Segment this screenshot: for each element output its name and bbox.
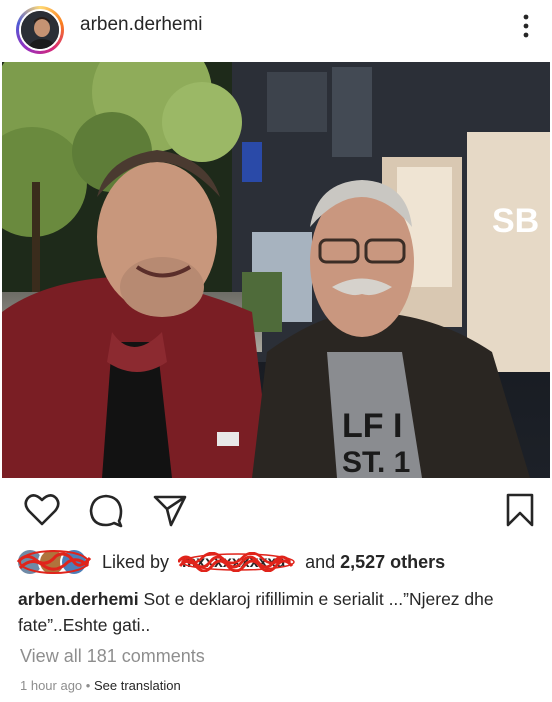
story-ring[interactable]: [16, 6, 64, 54]
post-caption: arben.derhemi Sot e deklaroj rifillimin …: [18, 586, 538, 638]
liked-by-label: Liked by: [102, 552, 170, 572]
see-translation-link[interactable]: See translation: [94, 678, 181, 693]
redacted-username: mxxxxxxxxxa: [176, 551, 296, 573]
likes-summary[interactable]: Liked by mxxxxxxxxxa and 2,527 others: [102, 551, 445, 573]
post-timestamp: 1 hour ago: [20, 678, 83, 693]
more-vertical-icon[interactable]: [516, 12, 536, 42]
post-username[interactable]: arben.derhemi: [80, 14, 203, 36]
svg-text:SB: SB: [492, 202, 539, 240]
comment-icon[interactable]: [86, 490, 126, 530]
send-icon[interactable]: [150, 490, 190, 530]
svg-text:LF I: LF I: [342, 407, 402, 445]
caption-username[interactable]: arben.derhemi: [18, 589, 139, 609]
likes-count[interactable]: 2,527 others: [340, 552, 445, 572]
bookmark-icon[interactable]: [500, 490, 540, 530]
meta-separator: •: [85, 678, 91, 693]
likes-conjunction: and: [305, 552, 336, 572]
post-meta: 1 hour ago • See translation: [20, 678, 181, 693]
view-comments-link[interactable]: View all 181 comments: [20, 646, 205, 667]
likes-row: Liked by mxxxxxxxxxa and 2,527 others: [16, 546, 536, 576]
liker-avatars[interactable]: [16, 548, 96, 576]
action-bar: [0, 490, 552, 530]
svg-text:ST. 1: ST. 1: [342, 446, 410, 478]
post-header: arben.derhemi: [0, 0, 552, 56]
profile-avatar[interactable]: [19, 9, 61, 51]
heart-icon[interactable]: [22, 490, 62, 530]
post-photo[interactable]: SB LF I ST. 1: [2, 62, 550, 478]
